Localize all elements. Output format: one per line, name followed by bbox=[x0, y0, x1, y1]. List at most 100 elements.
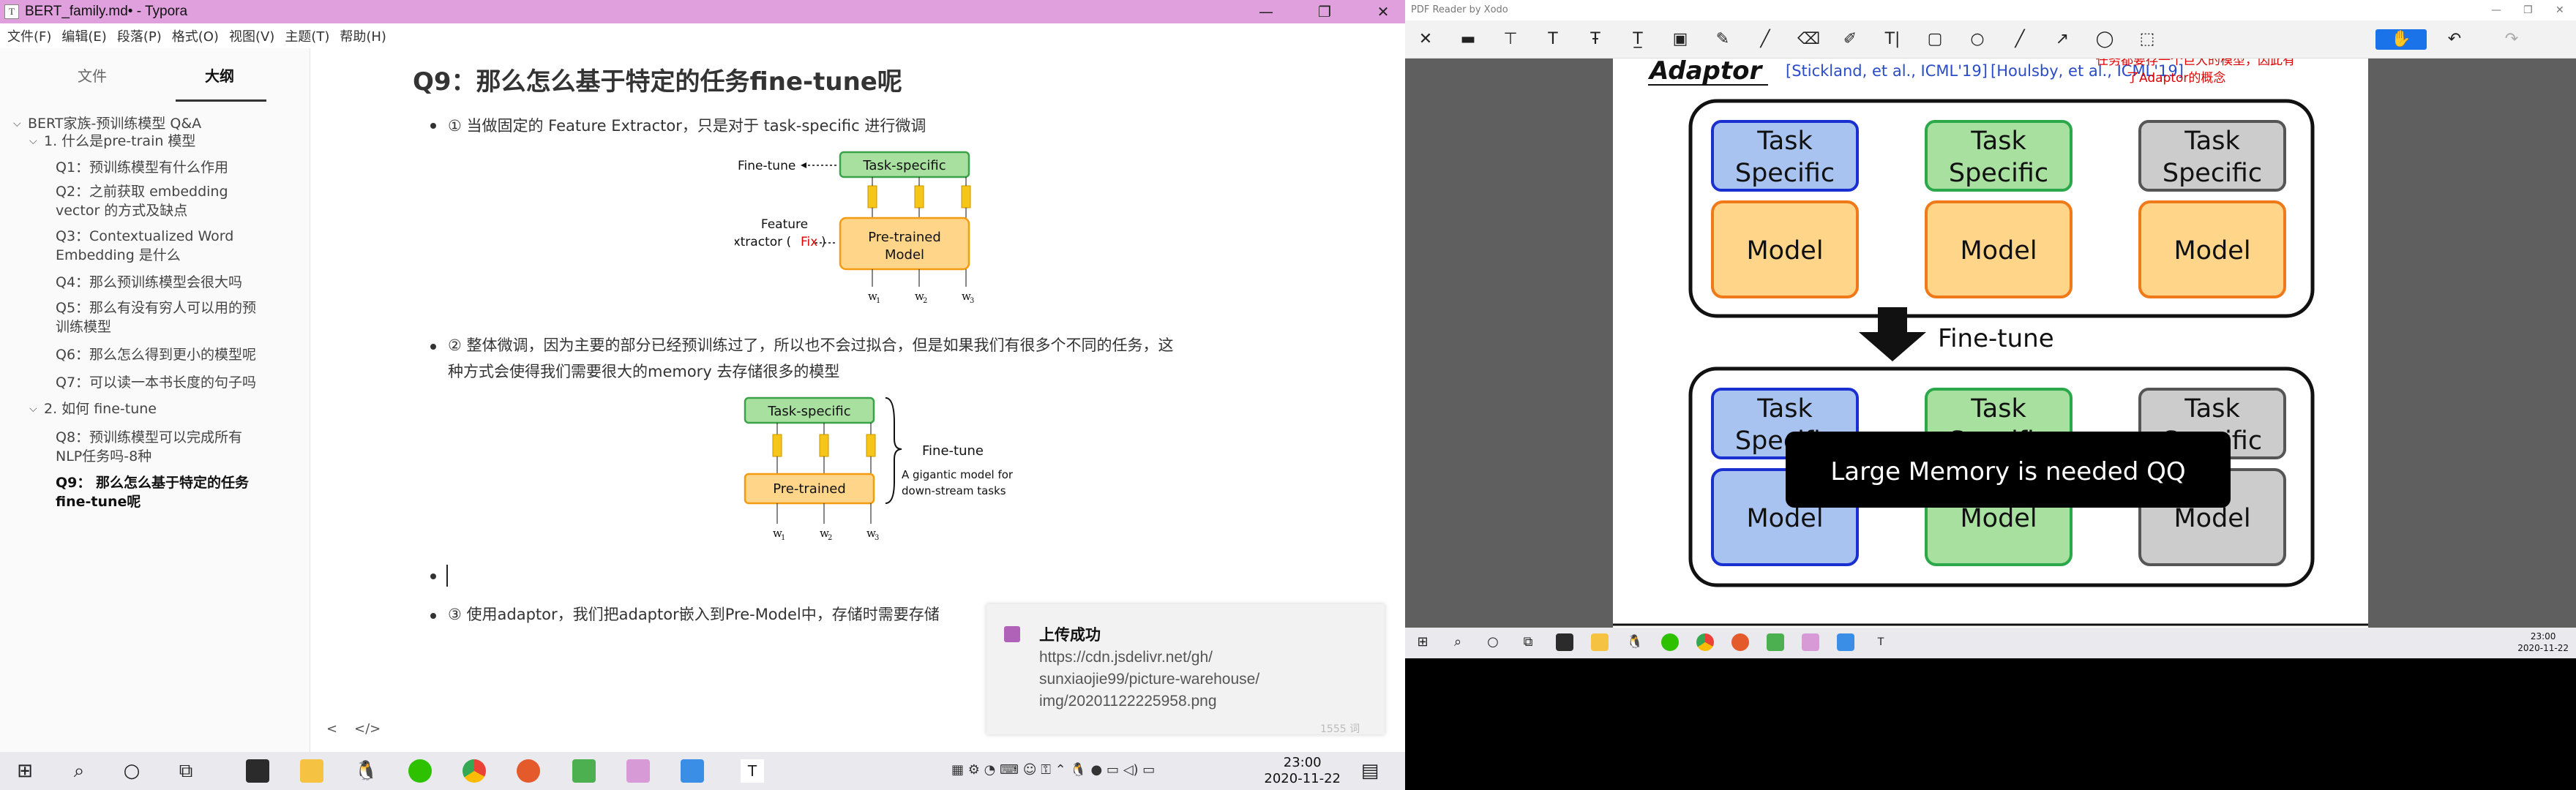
app-icon[interactable] bbox=[1767, 633, 1784, 651]
qq-icon[interactable]: 🐧 bbox=[1626, 633, 1644, 651]
document-viewport[interactable]: Adaptor [Stickland, et al., ICML'19] [Ho… bbox=[1405, 59, 2576, 628]
terminal-icon[interactable] bbox=[1556, 633, 1573, 651]
highlighter-icon[interactable]: ✐ bbox=[1840, 29, 1860, 50]
comment-icon[interactable]: ▬ bbox=[1458, 29, 1478, 50]
undo-icon[interactable]: ↶ bbox=[2444, 29, 2465, 50]
tab-outline[interactable]: 大纲 bbox=[205, 64, 234, 86]
wechat-icon[interactable] bbox=[1661, 633, 1679, 651]
outline-item-section-2[interactable]: 2. 如何 fine-tune bbox=[44, 399, 157, 418]
outline-item-q6[interactable]: Q6：那么怎么得到更小的模型呢 bbox=[56, 345, 256, 364]
chevron-down-icon[interactable]: ⌵ bbox=[29, 135, 37, 147]
outline-item-q2[interactable]: Q2：之前获取 embedding bbox=[56, 182, 228, 201]
outline-item-q2-cont[interactable]: vector 的方式及缺点 bbox=[56, 201, 187, 220]
free-text-icon[interactable]: T| bbox=[1882, 29, 1903, 50]
svg-text:Fine-tune: Fine-tune bbox=[1938, 324, 2054, 353]
task-view-icon[interactable]: ⧉ bbox=[174, 759, 198, 783]
chrome-icon[interactable] bbox=[1696, 633, 1714, 651]
close-icon[interactable]: ✕ bbox=[2556, 0, 2564, 20]
paragraph-1[interactable]: ① 当做固定的 Feature Extractor，只是对于 task-spec… bbox=[448, 113, 926, 139]
outline-item-q5-cont[interactable]: 训练模型 bbox=[56, 317, 111, 336]
clock[interactable]: 23:00 2020-11-22 bbox=[2517, 631, 2569, 654]
paragraph-2-cont[interactable]: 种方式会使得我们需要很大的memory 去存储很多的模型 bbox=[448, 358, 839, 385]
menu-paragraph[interactable]: 段落(P) bbox=[117, 26, 162, 45]
menu-theme[interactable]: 主题(T) bbox=[285, 26, 329, 45]
menu-format[interactable]: 格式(O) bbox=[172, 26, 219, 45]
search-icon[interactable]: ⌕ bbox=[67, 759, 91, 783]
minimize-icon[interactable]: — bbox=[2491, 0, 2501, 20]
terminal-icon[interactable] bbox=[246, 759, 269, 783]
wechat-icon[interactable] bbox=[408, 759, 432, 783]
search-icon[interactable]: ⌕ bbox=[1449, 633, 1467, 651]
close-icon[interactable]: ✕ bbox=[1360, 0, 1405, 23]
task-view-icon[interactable]: ⧉ bbox=[1519, 633, 1537, 651]
unused-display-area bbox=[1405, 658, 2576, 790]
outline-item-q1[interactable]: Q1：预训练模型有什么作用 bbox=[56, 158, 228, 177]
polygon-icon[interactable]: ◯ bbox=[2094, 29, 2115, 50]
browser-icon[interactable] bbox=[1731, 633, 1749, 651]
text-box-icon[interactable]: ⊤ bbox=[1500, 29, 1521, 50]
ellipse-icon[interactable]: ○ bbox=[1967, 29, 1988, 50]
redo-icon[interactable]: ↷ bbox=[2501, 29, 2522, 50]
clock[interactable]: 23:00 2020-11-22 bbox=[1264, 755, 1341, 787]
typora-icon[interactable]: T bbox=[1872, 633, 1890, 651]
tab-files[interactable]: 文件 bbox=[78, 64, 107, 86]
line-icon[interactable]: ╱ bbox=[2010, 29, 2030, 50]
pdf-page[interactable]: Adaptor [Stickland, et al., ICML'19] [Ho… bbox=[1613, 59, 2368, 628]
typora-icon[interactable]: T bbox=[741, 759, 764, 783]
outline-item-q4[interactable]: Q4：那么预训练模型会很大吗 bbox=[56, 273, 242, 292]
cortana-icon[interactable]: ○ bbox=[1484, 633, 1502, 651]
pan-tool-icon[interactable]: ✋ bbox=[2375, 29, 2427, 50]
paragraph-3[interactable]: ③ 使用adaptor，我们把adaptor嵌入到Pre-Model中，存储时需… bbox=[448, 601, 940, 628]
file-explorer-icon[interactable] bbox=[1591, 633, 1609, 651]
minimize-icon[interactable]: — bbox=[1243, 0, 1289, 23]
outline-item-q9[interactable]: Q9： 那么怎么基于特定的任务 bbox=[56, 473, 249, 492]
restore-icon[interactable]: ❐ bbox=[2523, 0, 2533, 20]
outline-item-q9-cont[interactable]: fine-tune呢 bbox=[56, 492, 141, 511]
xodo-icon[interactable] bbox=[1837, 633, 1854, 651]
menu-view[interactable]: 视图(V) bbox=[229, 26, 274, 45]
toggle-sidebar-icon[interactable]: < bbox=[326, 721, 337, 737]
outline-item-q3[interactable]: Q3：Contextualized Word bbox=[56, 227, 233, 246]
menu-help[interactable]: 帮助(H) bbox=[340, 26, 386, 45]
picgo-icon[interactable] bbox=[1802, 633, 1819, 651]
file-explorer-icon[interactable] bbox=[300, 759, 323, 783]
underline-icon[interactable]: T̲ bbox=[1628, 29, 1648, 50]
strikeout-icon[interactable]: Ŧ bbox=[1585, 29, 1606, 50]
outline-item-q5[interactable]: Q5：那么有没有穷人可以用的预 bbox=[56, 298, 256, 317]
notification-icon[interactable]: ▤ bbox=[1358, 759, 1382, 783]
windows-start-icon[interactable]: ⊞ bbox=[1414, 633, 1431, 651]
qq-icon[interactable]: 🐧 bbox=[354, 759, 378, 783]
arrow-icon[interactable]: ↗ bbox=[2052, 29, 2073, 50]
restore-icon[interactable]: ❐ bbox=[1301, 0, 1348, 23]
menu-file[interactable]: 文件(F) bbox=[7, 26, 51, 45]
outline-item-root[interactable]: BERT家族-预训练模型 Q&A bbox=[28, 114, 201, 133]
text-icon[interactable]: T bbox=[1543, 29, 1563, 50]
outline-item-q3-cont[interactable]: Embedding 是什么 bbox=[56, 246, 181, 265]
source-mode-icon[interactable]: </> bbox=[354, 721, 381, 737]
image-icon[interactable]: ▣ bbox=[1670, 29, 1690, 50]
rectangle-icon[interactable]: ▢ bbox=[1925, 29, 1945, 50]
select-area-icon[interactable]: ⬚ bbox=[2137, 29, 2157, 50]
outline-item-q8-cont[interactable]: NLP任务吗-8种 bbox=[56, 447, 151, 466]
outline-item-q8[interactable]: Q8：预训练模型可以完成所有 bbox=[56, 428, 242, 447]
app-icon[interactable] bbox=[572, 759, 596, 783]
signature-icon[interactable]: ✎ bbox=[1712, 29, 1733, 50]
close-doc-icon[interactable]: ✕ bbox=[1415, 29, 1436, 50]
menu-edit[interactable]: 编辑(E) bbox=[61, 26, 106, 45]
chrome-icon[interactable] bbox=[463, 759, 486, 783]
chevron-down-icon[interactable]: ⌵ bbox=[29, 403, 37, 415]
browser-icon[interactable] bbox=[517, 759, 540, 783]
xodo-icon[interactable] bbox=[681, 759, 704, 783]
chevron-down-icon[interactable]: ⌵ bbox=[13, 118, 21, 129]
svg-text:Fix: Fix bbox=[801, 235, 817, 249]
word-count[interactable]: 1555 词 bbox=[1320, 721, 1360, 736]
pen-icon[interactable]: ╱ bbox=[1755, 29, 1775, 50]
picgo-icon[interactable] bbox=[626, 759, 650, 783]
cortana-icon[interactable]: ○ bbox=[120, 759, 143, 783]
tray-icons[interactable]: ▦ ⚙ ◔ ⌨ ☺ ⚿ ⌃ 🐧 ● ▭ ◁) ▭ bbox=[951, 762, 1155, 778]
windows-start-icon[interactable]: ⊞ bbox=[13, 759, 37, 783]
eraser-icon[interactable]: ⌫ bbox=[1797, 29, 1820, 50]
outline-item-q7[interactable]: Q7：可以读一本书长度的句子吗 bbox=[56, 373, 256, 392]
outline-item-section-1[interactable]: 1. 什么是pre-train 模型 bbox=[44, 132, 195, 151]
paragraph-2[interactable]: ② 整体微调，因为主要的部分已经预训练过了，所以也不会过拟合，但是如果我们有很多… bbox=[448, 332, 1174, 358]
